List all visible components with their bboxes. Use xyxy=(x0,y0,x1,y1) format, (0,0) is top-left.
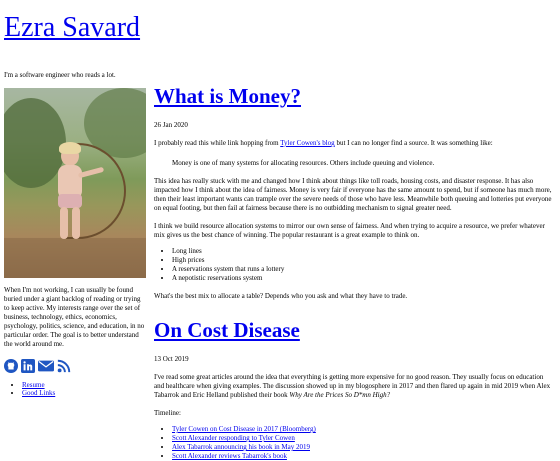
post-title: What is Money? xyxy=(154,84,552,108)
post-on-cost-disease: On Cost Disease 13 Oct 2019 I've read so… xyxy=(154,318,552,461)
timeline-link[interactable]: Alex Tabarrok announcing his book in May… xyxy=(172,443,310,451)
timeline-link[interactable]: Scott Alexander responding to Tyler Cowe… xyxy=(172,434,295,442)
post-title-link[interactable]: What is Money? xyxy=(154,84,301,108)
post-title-link[interactable]: On Cost Disease xyxy=(154,318,300,342)
resume-link[interactable]: Resume xyxy=(22,381,45,389)
post-quote: Money is one of many systems for allocat… xyxy=(172,159,435,167)
list-item: High prices xyxy=(172,256,552,265)
sidebar: When I'm not working, I can usually be f… xyxy=(4,88,146,397)
social-icons xyxy=(4,359,146,373)
post-intro: I probably read this while link hopping … xyxy=(154,139,493,147)
github-icon[interactable] xyxy=(4,359,18,373)
list-item: A nepotistic reservations system xyxy=(172,274,552,283)
list-item: Long lines xyxy=(172,247,552,256)
post-paragraph: I think we build resource allocation sys… xyxy=(154,222,545,239)
sidebar-item-resume: Resume xyxy=(22,381,146,389)
list-item: Scott Alexander reviews Tabarrok's book xyxy=(172,452,552,461)
list-item: Scott Alexander responding to Tyler Cowe… xyxy=(172,434,552,443)
timeline-link[interactable]: Scott Alexander reviews Tabarrok's book xyxy=(172,452,287,460)
site-title-link[interactable]: Ezra Savard xyxy=(4,12,140,43)
post-title: On Cost Disease xyxy=(154,318,552,342)
post-what-is-money: What is Money? 26 Jan 2020 I probably re… xyxy=(154,84,552,301)
tyler-cowen-blog-link[interactable]: Tyler Cowen's blog xyxy=(280,139,334,147)
post-list: What is Money? 26 Jan 2020 I probably re… xyxy=(154,84,552,461)
post-paragraph: This idea has really stuck with me and c… xyxy=(154,177,552,212)
site-tagline: I'm a software engineer who reads a lot. xyxy=(4,71,116,79)
profile-photo xyxy=(4,88,146,278)
post-closing: What's the best mix to allocate a table?… xyxy=(154,292,408,300)
linkedin-icon[interactable] xyxy=(21,359,35,373)
post-intro: I've read some great articles around the… xyxy=(154,373,551,399)
list-item: Alex Tabarrok announcing his book in May… xyxy=(172,443,552,452)
sidebar-item-good-links: Good Links xyxy=(22,389,146,397)
rss-icon[interactable] xyxy=(57,359,71,373)
list-item: A reservations system that runs a lotter… xyxy=(172,265,552,274)
author-bio: When I'm not working, I can usually be f… xyxy=(4,286,145,348)
sidebar-links: Resume Good Links xyxy=(4,381,146,397)
book-title: Why Are the Prices So D*mn High? xyxy=(289,391,391,399)
good-links-link[interactable]: Good Links xyxy=(22,389,55,397)
timeline-link[interactable]: Tyler Cowen on Cost Disease in 2017 (Blo… xyxy=(172,425,316,433)
list-item: Tyler Cowen on Cost Disease in 2017 (Blo… xyxy=(172,425,552,434)
post-date: 13 Oct 2019 xyxy=(154,355,189,363)
post-date: 26 Jan 2020 xyxy=(154,121,188,129)
timeline-list: Tyler Cowen on Cost Disease in 2017 (Blo… xyxy=(154,425,552,461)
timeline-label: Timeline: xyxy=(154,409,181,417)
email-icon[interactable] xyxy=(38,359,54,373)
site-title: Ezra Savard xyxy=(4,14,140,42)
post-list-items: Long lines High prices A reservations sy… xyxy=(154,247,552,283)
